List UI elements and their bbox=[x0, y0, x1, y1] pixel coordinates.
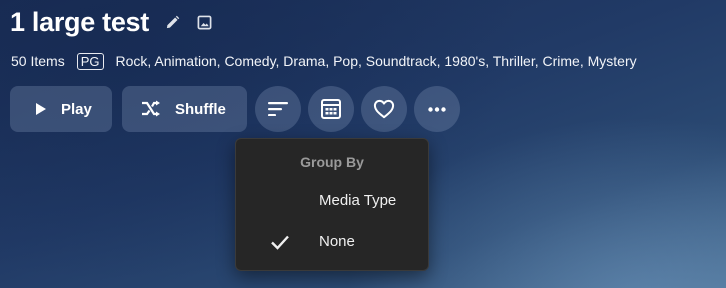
checkmark-icon bbox=[271, 235, 289, 250]
sort-icon bbox=[268, 102, 288, 116]
rating-badge: PG bbox=[76, 52, 104, 70]
group-by-header: Group By bbox=[300, 154, 364, 170]
genres: Rock, Animation, Comedy, Drama, Pop, Sou… bbox=[115, 53, 637, 69]
play-icon bbox=[36, 103, 46, 115]
shuffle-button-label: Shuffle bbox=[175, 100, 226, 118]
shuffle-button[interactable]: Shuffle bbox=[122, 86, 247, 132]
play-button[interactable]: Play bbox=[10, 86, 112, 132]
favorite-button[interactable] bbox=[361, 86, 407, 132]
more-options-button[interactable] bbox=[414, 86, 460, 132]
page-title: 1 large test bbox=[10, 6, 149, 37]
menu-item-none[interactable]: None bbox=[236, 223, 428, 259]
image-icon[interactable] bbox=[195, 12, 215, 32]
calendar-grid-button[interactable] bbox=[308, 86, 354, 132]
play-button-label: Play bbox=[61, 100, 92, 118]
sort-button[interactable] bbox=[255, 86, 301, 132]
menu-item-media-type[interactable]: Media Type bbox=[236, 182, 428, 218]
meta-row: 50 Items PG Rock, Animation, Comedy, Dra… bbox=[11, 52, 637, 70]
more-icon bbox=[428, 106, 446, 112]
group-by-menu: Group By Media Type None bbox=[235, 138, 429, 271]
calendar-grid-icon bbox=[321, 99, 341, 119]
shuffle-icon bbox=[142, 100, 160, 117]
edit-pencil-icon[interactable] bbox=[163, 12, 183, 32]
item-count: 50 Items bbox=[11, 53, 65, 69]
title-row: 1 large test bbox=[10, 5, 215, 39]
heart-icon bbox=[373, 99, 395, 119]
menu-item-label: None bbox=[319, 232, 355, 250]
menu-item-label: Media Type bbox=[319, 191, 397, 209]
